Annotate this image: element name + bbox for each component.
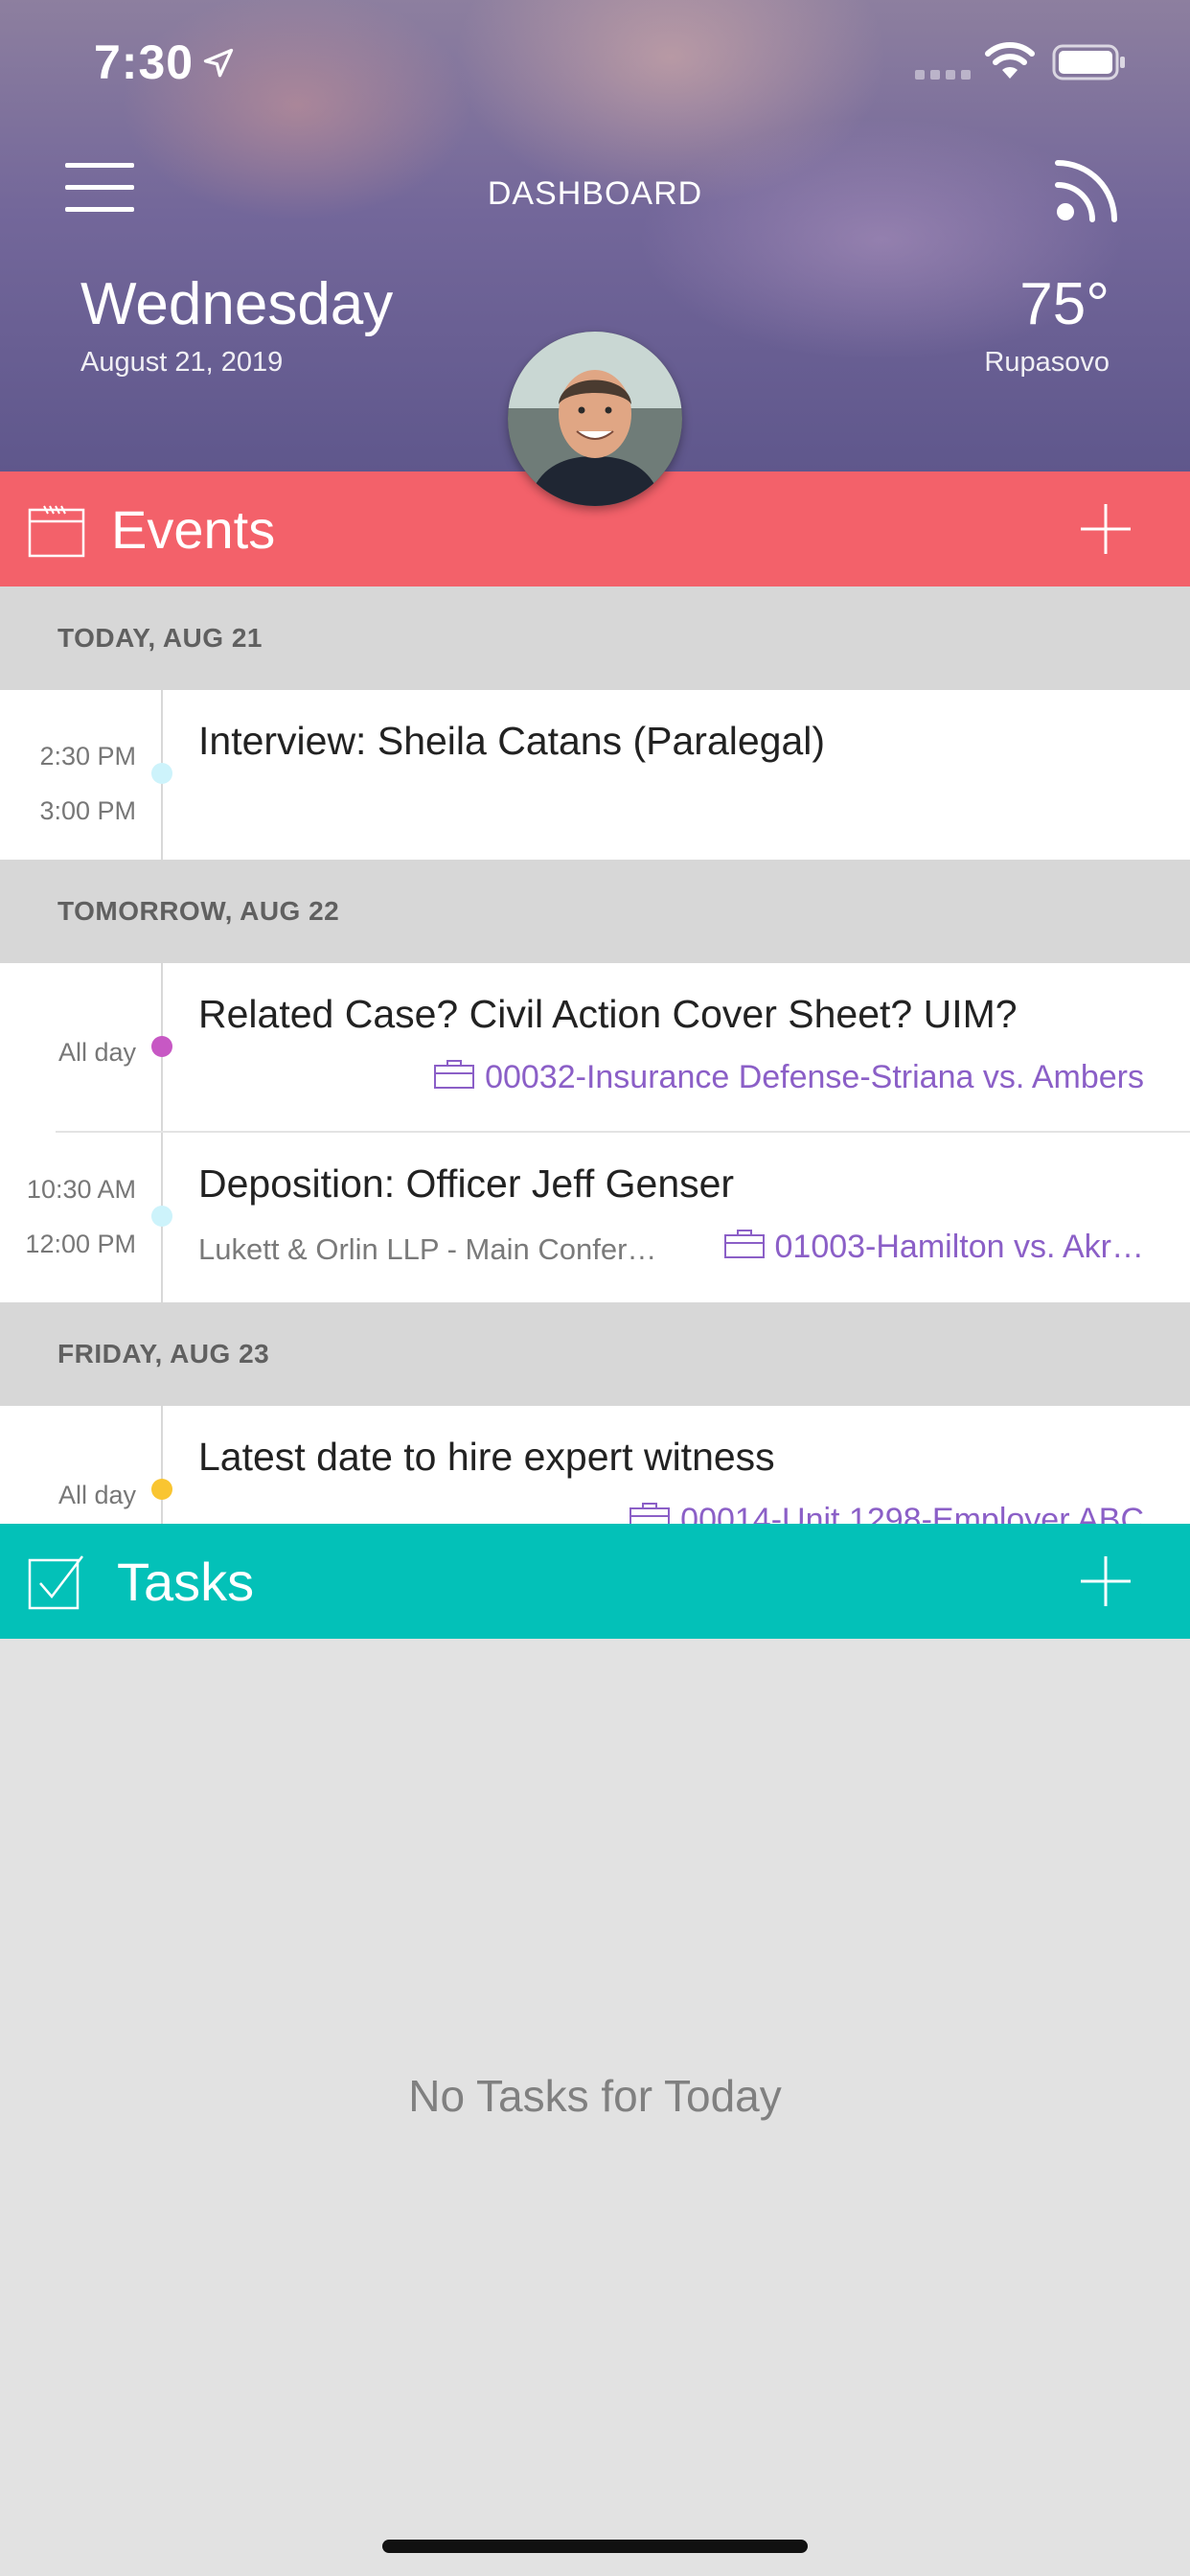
location-label: Rupasovo: [984, 347, 1110, 378]
matter-label: 00032-Insurance Defense-Striana vs. Ambe…: [485, 1059, 1144, 1095]
status-time: 7:30: [94, 35, 195, 89]
add-event-button[interactable]: [1073, 496, 1138, 562]
briefcase-icon: [629, 1503, 671, 1524]
rss-feed-icon[interactable]: [1050, 151, 1125, 226]
event-status-dot: [151, 1206, 172, 1227]
event-row[interactable]: All day Related Case? Civil Action Cover…: [0, 963, 1190, 1133]
event-row[interactable]: All day Latest date to hire expert witne…: [0, 1406, 1190, 1524]
empty-tasks-message: No Tasks for Today: [408, 2071, 782, 2121]
weekday-label: Wednesday: [80, 271, 394, 337]
matter-link[interactable]: 00014-Unit 1298-Employer ABC: [629, 1502, 1144, 1524]
events-list[interactable]: TODAY, AUG 21 2:30 PM 3:00 PM Interview:…: [0, 586, 1190, 1524]
matter-label: 01003-Hamilton vs. Akr…: [774, 1229, 1145, 1265]
home-indicator[interactable]: [382, 2540, 808, 2553]
tasks-list: No Tasks for Today: [0, 1639, 1190, 2576]
matter-link[interactable]: 00032-Insurance Defense-Striana vs. Ambe…: [433, 1059, 1144, 1096]
event-start-time: 2:30 PM: [39, 742, 136, 770]
event-status-dot: [151, 763, 172, 784]
event-start-time: 10:30 AM: [26, 1175, 136, 1204]
avatar[interactable]: [508, 332, 682, 506]
event-title: Interview: Sheila Catans (Paralegal): [198, 719, 826, 763]
event-title: Latest date to hire expert witness: [198, 1435, 775, 1479]
briefcase-icon: [434, 1060, 475, 1089]
day-header-tomorrow: TOMORROW, AUG 22: [0, 860, 1190, 963]
event-status-dot: [151, 1036, 172, 1057]
matter-label: 00014-Unit 1298-Employer ABC: [680, 1502, 1144, 1524]
day-header-friday: FRIDAY, AUG 23: [0, 1302, 1190, 1406]
event-row[interactable]: 10:30 AM 12:00 PM Deposition: Officer Je…: [0, 1133, 1190, 1302]
event-location: Lukett & Orlin LLP - Main Confer…: [198, 1232, 657, 1266]
events-title: Events: [111, 499, 276, 560]
matter-link[interactable]: 01003-Hamilton vs. Akr…: [723, 1229, 1145, 1266]
calendar-icon: [28, 505, 85, 558]
page-title: DASHBOARD: [487, 175, 703, 212]
battery-icon: [1052, 44, 1125, 80]
tasks-title: Tasks: [117, 1552, 255, 1612]
avatar-photo: [508, 332, 682, 506]
event-status-dot: [151, 1479, 172, 1500]
event-end-time: 3:00 PM: [39, 796, 136, 825]
temperature-label: 75°: [1019, 271, 1110, 337]
event-title: Deposition: Officer Jeff Genser: [198, 1162, 735, 1206]
day-header-today: TODAY, AUG 21: [0, 586, 1190, 690]
status-bar: 7:30: [0, 0, 1190, 125]
signal-icon: [915, 70, 971, 80]
checkbox-icon: [28, 1555, 83, 1610]
add-task-button[interactable]: [1073, 1549, 1138, 1614]
event-all-day-label: All day: [57, 1481, 136, 1509]
location-arrow-icon: [203, 48, 234, 78]
event-title: Related Case? Civil Action Cover Sheet? …: [198, 992, 1018, 1036]
tasks-section-bar: Tasks: [0, 1524, 1190, 1639]
event-all-day-label: All day: [57, 1038, 136, 1067]
wifi-icon: [985, 42, 1035, 79]
date-label: August 21, 2019: [80, 347, 284, 378]
event-end-time: 12:00 PM: [25, 1230, 136, 1258]
briefcase-icon: [723, 1230, 765, 1258]
timeline-line: [161, 1406, 163, 1524]
event-row[interactable]: 2:30 PM 3:00 PM Interview: Sheila Catans…: [0, 690, 1190, 860]
